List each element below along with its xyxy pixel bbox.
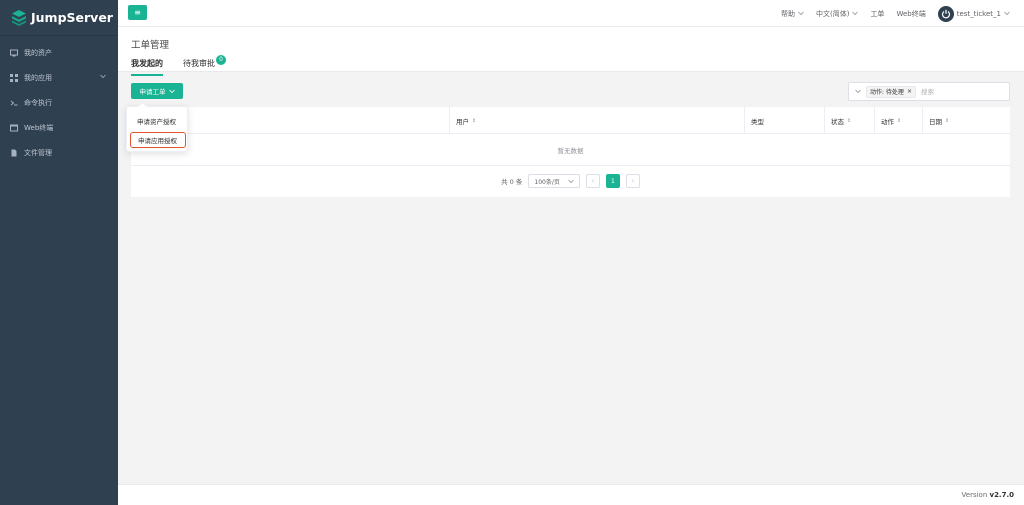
topbar: ≡ 帮助 中文(简体) 工单 Web终端 test_ticket_1 — [118, 0, 1024, 27]
terminal-icon — [10, 99, 18, 107]
next-page-button[interactable]: › — [625, 174, 640, 188]
table-header: 用户 ⇕ 类型 状态 ⇕ 动作 ⇕ 日期 ⇕ — [131, 107, 1010, 134]
tab-pending-approval[interactable]: 待我审批 0 — [183, 55, 226, 76]
sidebar-item-web-terminal[interactable]: Web终端 — [0, 115, 118, 140]
prev-page-button[interactable]: ‹ — [585, 174, 600, 188]
column-header-status[interactable]: 状态 ⇕ — [825, 107, 875, 134]
total-count: 共 0 条 — [501, 178, 523, 186]
menu-item-apply-app-permission[interactable]: 申请应用授权 — [130, 132, 186, 148]
filter-tag: 动作: 待处理 × — [866, 85, 916, 98]
filter-box[interactable]: 动作: 待处理 × — [848, 82, 1010, 101]
hamburger-icon: ≡ — [134, 7, 141, 17]
sidebar-item-file-manager[interactable]: 文件管理 — [0, 140, 118, 165]
sidebar-item-label: Web终端 — [24, 123, 54, 132]
sort-icon[interactable]: ⇕ — [847, 118, 851, 124]
count-badge: 0 — [216, 55, 226, 65]
brand-name: JumpServer — [31, 10, 113, 25]
logo[interactable]: JumpServer — [0, 0, 118, 36]
sidebar-item-label: 文件管理 — [24, 148, 52, 157]
apply-ticket-dropdown: 申请资产授权 申请应用授权 — [126, 106, 188, 152]
chevron-down-icon — [168, 89, 175, 93]
chevron-down-icon[interactable] — [855, 89, 861, 94]
column-header-action[interactable]: 动作 ⇕ — [875, 107, 923, 134]
web-terminal-label: Web终端 — [896, 9, 926, 18]
avatar — [937, 5, 954, 22]
sidebar-item-my-apps[interactable]: 我的应用 — [0, 65, 118, 90]
tab-label: 我发起的 — [131, 59, 163, 68]
page-size-select[interactable]: 100条/页 — [528, 174, 580, 188]
chevron-down-icon — [1004, 11, 1010, 16]
chevron-down-icon — [100, 73, 106, 81]
chevron-down-icon — [852, 11, 859, 16]
page-title: 工单管理 — [131, 40, 170, 51]
username: test_ticket_1 — [956, 9, 1001, 18]
assets-icon — [10, 49, 18, 57]
chevron-down-icon — [568, 179, 574, 183]
version-number: v2.7.0 — [989, 491, 1015, 499]
empty-state: 暂无数据 — [131, 134, 1010, 166]
language-label: 中文(简体) — [815, 9, 850, 18]
tickets-table: 用户 ⇕ 类型 状态 ⇕ 动作 ⇕ 日期 ⇕ 暂无数据 共 0 条 100条/页 ‹ 1… — [131, 107, 1010, 197]
pagination: 共 0 条 100条/页 ‹ 1 › — [131, 173, 1010, 189]
topbar-actions: 帮助 中文(简体) 工单 Web终端 test_ticket_1 — [781, 0, 1010, 27]
web-terminal-link[interactable]: Web终端 — [896, 9, 925, 19]
sort-icon[interactable]: ⇕ — [945, 118, 949, 124]
sidebar-nav: 我的资产 我的应用 命令执行 Web终端 文件管理 — [0, 40, 118, 165]
help-menu[interactable]: 帮助 — [781, 9, 804, 19]
sidebar-item-my-assets[interactable]: 我的资产 — [0, 40, 118, 65]
language-menu[interactable]: 中文(简体) — [815, 9, 859, 19]
tab-my-initiated[interactable]: 我发起的 — [131, 58, 163, 76]
column-header-date[interactable]: 日期 ⇕ — [923, 107, 1010, 134]
page-number-current[interactable]: 1 — [605, 174, 620, 188]
sort-icon[interactable]: ⇕ — [897, 118, 901, 124]
column-header-user[interactable]: 用户 ⇕ — [450, 107, 745, 134]
filter-tag-label: 动作: 待处理 — [870, 89, 904, 96]
chevron-down-icon — [798, 11, 804, 16]
power-icon — [941, 9, 950, 18]
user-menu[interactable]: test_ticket_1 — [937, 5, 1010, 22]
web-terminal-icon — [10, 124, 18, 132]
jumpserver-logo-icon — [12, 9, 26, 26]
help-label: 帮助 — [780, 9, 795, 18]
search-input[interactable] — [920, 87, 991, 96]
apps-icon — [10, 73, 18, 82]
page-header: 工单管理 我发起的 待我审批 0 — [118, 27, 1024, 76]
sidebar: JumpServer 我的资产 我的应用 命令执行 Web终端 文件管理 — [0, 0, 118, 505]
sort-icon[interactable]: ⇕ — [472, 118, 476, 124]
tab-label: 待我审批 — [183, 59, 215, 68]
apply-ticket-label: 申请工单 — [139, 88, 166, 96]
file-icon — [10, 149, 18, 157]
apply-ticket-button[interactable]: 申请工单 — [131, 83, 183, 99]
tickets-link[interactable]: 工单 — [870, 9, 884, 19]
sidebar-item-label: 我的应用 — [24, 73, 52, 82]
tabs: 我发起的 待我审批 0 — [131, 55, 226, 76]
sidebar-item-command-exec[interactable]: 命令执行 — [0, 90, 118, 115]
version-text: Version v2.7.0 — [961, 491, 1015, 499]
tickets-label: 工单 — [870, 9, 885, 18]
menu-item-apply-asset-permission[interactable]: 申请资产授权 — [130, 113, 186, 129]
column-header-type: 类型 — [745, 107, 825, 134]
footer: Version v2.7.0 — [118, 484, 1024, 505]
close-icon[interactable]: × — [907, 88, 912, 95]
sidebar-item-label: 我的资产 — [24, 48, 52, 57]
menu-toggle-button[interactable]: ≡ — [128, 5, 147, 20]
sidebar-item-label: 命令执行 — [24, 98, 52, 107]
